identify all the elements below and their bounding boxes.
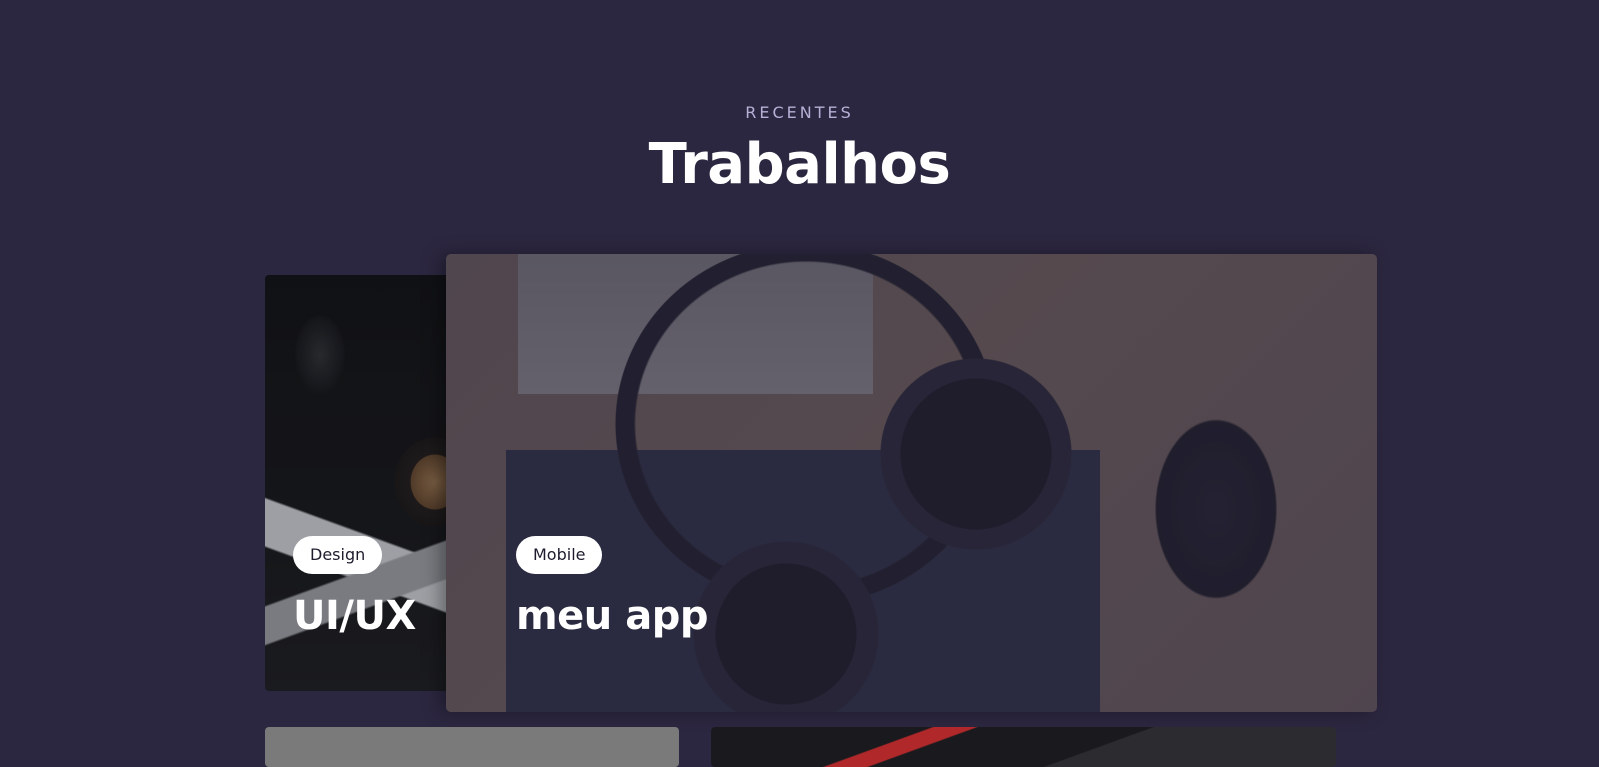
project-tag[interactable]: Design	[293, 536, 383, 574]
section-title: Trabalhos	[648, 132, 951, 197]
project-card-uiux[interactable]: Design UI/UX	[265, 275, 456, 691]
project-card-meu-app[interactable]: Mobile meu app	[446, 254, 1377, 712]
section-eyebrow: RECENTES	[745, 103, 854, 122]
project-title: UI/UX	[293, 593, 416, 639]
project-tag[interactable]: Mobile	[516, 536, 603, 574]
project-card-next-right[interactable]	[711, 727, 1336, 767]
project-title: meu app	[516, 593, 708, 639]
project-card-next-left[interactable]	[265, 727, 679, 767]
image-overlay	[446, 254, 1377, 712]
